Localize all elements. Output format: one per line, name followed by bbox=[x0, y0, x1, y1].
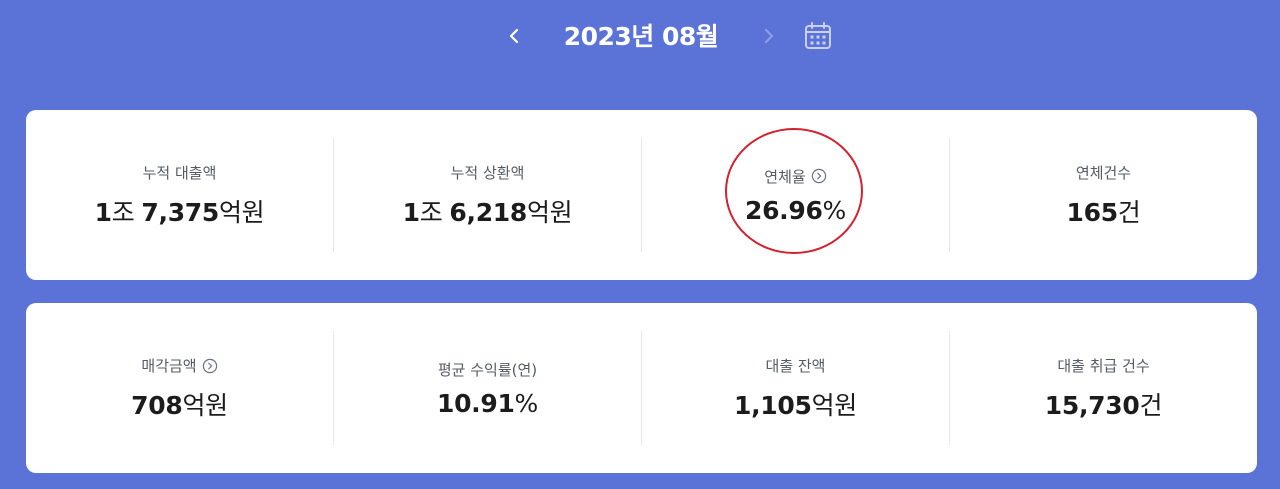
stat-value-unit: 건 bbox=[1117, 197, 1141, 227]
stat-value: 15,730 건 bbox=[1044, 386, 1163, 422]
stat-label-text: 매각금액 bbox=[141, 357, 197, 375]
stat-label: 연체율 bbox=[764, 165, 826, 187]
stat-value-number: 26.96 bbox=[744, 196, 823, 225]
stat-value-unit: 억원 bbox=[811, 390, 858, 420]
stat-sale-amount: 매각금액 708 억원 bbox=[26, 331, 333, 445]
stat-value-unit: 조 bbox=[419, 197, 443, 227]
stat-value: 26.96 % bbox=[745, 196, 846, 225]
stat-value-unit: 조 bbox=[111, 197, 135, 227]
stat-value: 1 조 6,218 억원 bbox=[403, 193, 573, 229]
chevron-circle-right-icon[interactable] bbox=[811, 168, 827, 184]
stat-value: 1 조 7,375 억원 bbox=[95, 193, 265, 229]
calendar-icon[interactable] bbox=[803, 20, 833, 52]
stat-value-number: 708 bbox=[131, 390, 183, 420]
stat-value-unit: 억원 bbox=[526, 197, 573, 227]
stat-value-number: 15,730 bbox=[1044, 390, 1140, 420]
stat-value-number: 1 bbox=[402, 197, 420, 227]
month-navigator: 2023년 08월 bbox=[0, 0, 1280, 76]
stat-label: 누적 상환액 bbox=[450, 164, 525, 182]
stat-label: 누적 대출액 bbox=[142, 164, 217, 182]
stat-value-number: 6,218 bbox=[449, 197, 527, 227]
stat-value-number: 165 bbox=[1066, 197, 1119, 227]
stat-value-unit: 억원 bbox=[182, 390, 228, 420]
stat-delinquency-rate: 연체율 26.96 % bbox=[641, 138, 949, 252]
stat-label-text: 연체율 bbox=[764, 167, 806, 186]
chevron-left-icon[interactable] bbox=[503, 22, 525, 50]
stat-value-unit: % bbox=[514, 389, 539, 418]
stat-value-number: 1,105 bbox=[734, 390, 812, 420]
stat-label: 매각금액 bbox=[141, 355, 217, 377]
chevron-circle-right-icon[interactable] bbox=[202, 358, 218, 374]
stat-value-number: 1 bbox=[94, 197, 112, 227]
details-card: 매각금액 708 억원 평균 수익률(연) 10.91 % 대출 잔액 1,10… bbox=[26, 303, 1257, 473]
stat-delinquency-count: 연체건수 165 건 bbox=[949, 138, 1257, 252]
stat-average-yield: 평균 수익률(연) 10.91 % bbox=[333, 331, 641, 445]
stat-label: 대출 취급 건수 bbox=[1057, 357, 1150, 375]
stat-loan-count: 대출 취급 건수 15,730 건 bbox=[949, 331, 1257, 445]
stat-label: 대출 잔액 bbox=[765, 357, 826, 375]
stat-cumulative-loan: 누적 대출액 1 조 7,375 억원 bbox=[26, 138, 333, 252]
summary-card: 누적 대출액 1 조 7,375 억원 누적 상환액 1 조 6,218 억원 … bbox=[26, 110, 1257, 280]
stat-value: 708 억원 bbox=[131, 386, 228, 422]
chevron-right-icon[interactable] bbox=[758, 22, 780, 50]
stat-value: 1,105 억원 bbox=[734, 386, 857, 422]
stat-value-unit: 건 bbox=[1139, 390, 1163, 420]
stat-value-unit: 억원 bbox=[218, 197, 265, 227]
stat-value-unit: % bbox=[822, 196, 847, 225]
stat-label: 평균 수익률(연) bbox=[437, 360, 538, 379]
month-title: 2023년 08월 bbox=[563, 22, 719, 51]
stat-value-number: 7,375 bbox=[141, 197, 219, 227]
stat-label: 연체건수 bbox=[1075, 164, 1132, 182]
stat-value-number: 10.91 bbox=[436, 389, 515, 418]
stat-value: 10.91 % bbox=[437, 389, 538, 418]
stat-cumulative-repayment: 누적 상환액 1 조 6,218 억원 bbox=[333, 138, 641, 252]
stat-loan-balance: 대출 잔액 1,105 억원 bbox=[641, 331, 949, 445]
stat-value: 165 건 bbox=[1067, 193, 1141, 229]
